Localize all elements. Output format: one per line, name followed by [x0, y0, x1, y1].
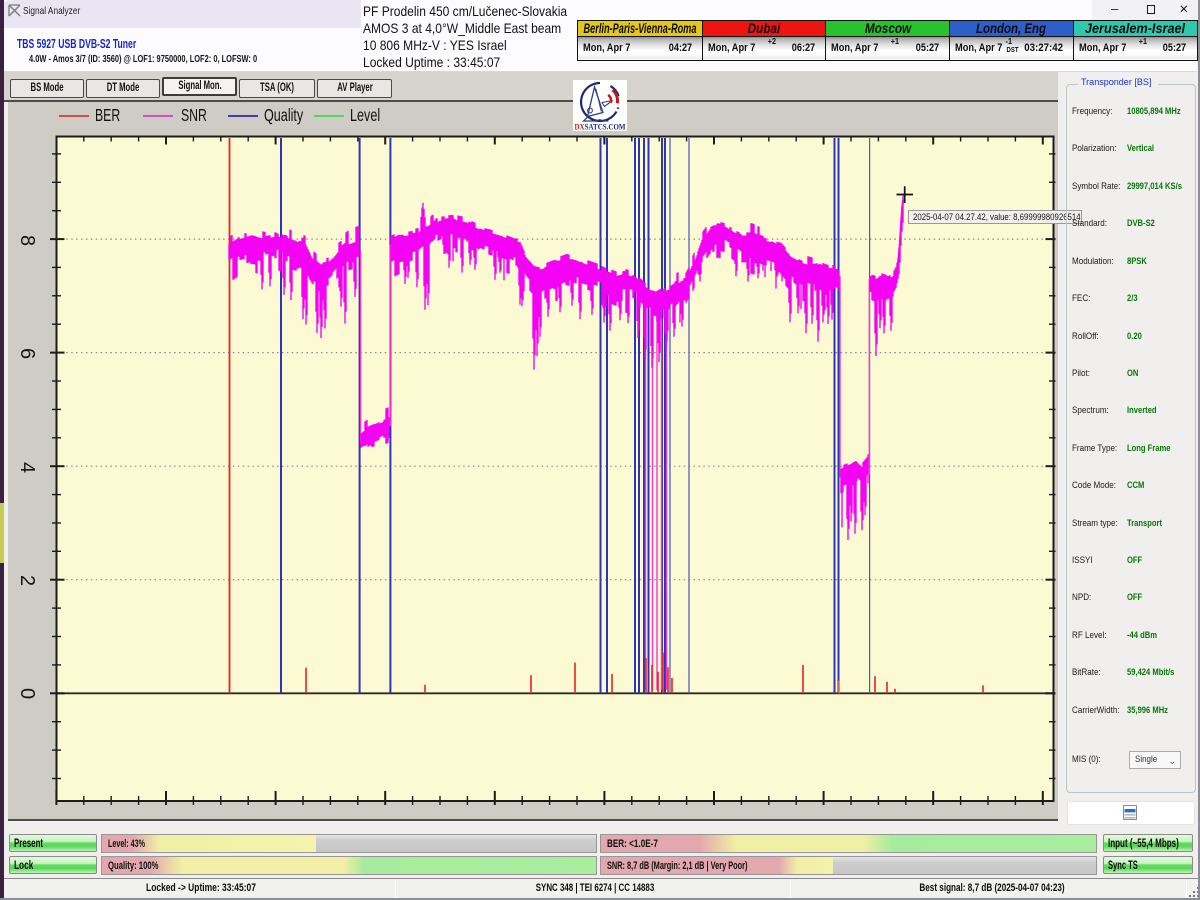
svg-text:DXSATCS.COM: DXSATCS.COM — [575, 122, 626, 132]
